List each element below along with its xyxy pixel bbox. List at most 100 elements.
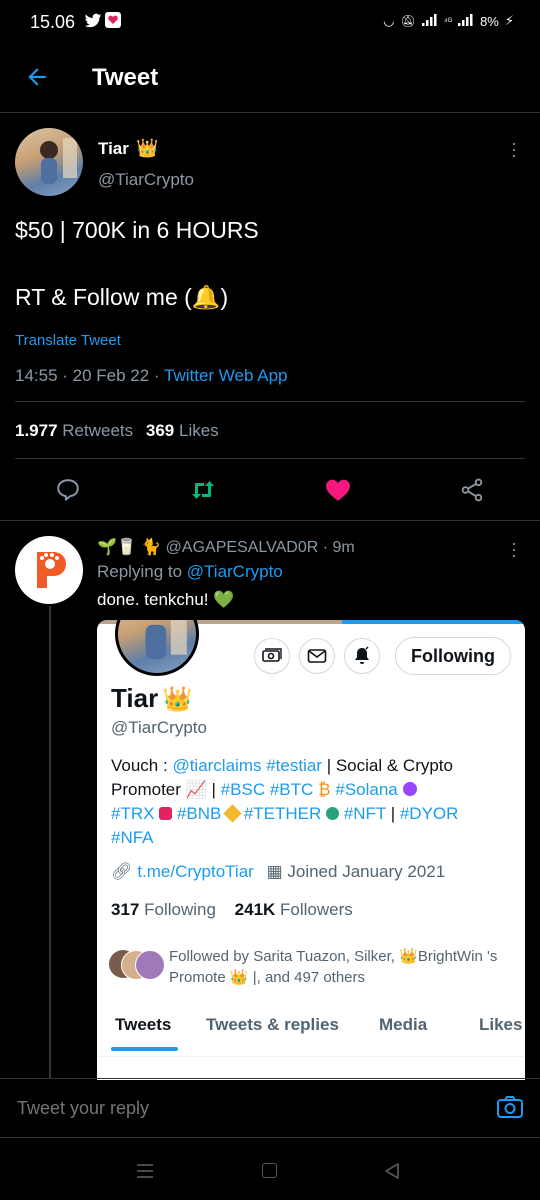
- mini-avatar: [135, 950, 165, 980]
- tweet-text-line2: RT & Follow me (🔔): [15, 284, 228, 311]
- calendar-icon: ▦: [266, 862, 283, 881]
- bnb-icon: [223, 804, 242, 823]
- card-tab-media: Media: [379, 1015, 428, 1034]
- card-joined: Joined January 2021: [287, 862, 446, 881]
- status-time: 15.06: [30, 12, 76, 32]
- card-avatar: [115, 620, 199, 676]
- reply-composer: [0, 1078, 540, 1138]
- followed-by-avatars: [109, 950, 165, 980]
- card-tab-likes: Likes: [479, 1015, 523, 1034]
- system-nav-bar: [0, 1137, 540, 1200]
- thread-line: [49, 606, 51, 1078]
- card-tab-replies: Tweets & replies: [206, 1015, 339, 1034]
- replying-to: Replying to @TiarCrypto: [97, 562, 283, 582]
- card-bio: Vouch : @tiarclaims #testiar | Social & …: [111, 754, 516, 850]
- likes-count[interactable]: 369: [146, 421, 174, 440]
- status-icons: ◡ 🔕︎ ⁴ᴳ 8% ⚡︎: [383, 13, 514, 29]
- bio-text-social: | Social & Crypto: [321, 756, 453, 775]
- reply-handle[interactable]: @AGAPESALVAD0R: [166, 539, 319, 556]
- green-heart-emoji-icon: 💚: [213, 590, 235, 609]
- card-tab-indicator: [111, 1047, 178, 1051]
- app-notification-icon: [105, 12, 121, 28]
- card-name-row: Tiar 👑: [111, 683, 193, 714]
- like-heart-icon[interactable]: [325, 478, 351, 507]
- reply-more-options-icon[interactable]: · · ·: [508, 534, 520, 564]
- tweet-source-link[interactable]: Twitter Web App: [164, 366, 287, 385]
- crown-small-icon: 👑: [399, 948, 418, 965]
- card-following-button: Following: [395, 637, 511, 675]
- card-handle: @TiarCrypto: [111, 718, 207, 737]
- bio-line3: #TRX #BNB #TETHER #NFT | #DYOR: [111, 802, 516, 826]
- tweet-text-line1: $50 | 700K in 6 HOURS: [15, 217, 259, 243]
- reply-time: · 9m: [318, 539, 355, 556]
- bio-text-promoter: Promoter: [111, 780, 186, 799]
- card-following-label: Following: [144, 900, 216, 919]
- tweet-line2-start: RT & Follow me (: [15, 284, 192, 310]
- camera-icon[interactable]: [496, 1094, 524, 1125]
- more-options-icon[interactable]: · · ·: [508, 134, 520, 164]
- bio-hashtag-trx: #TRX: [111, 804, 155, 823]
- followed-by-names: Followed by Sarita Tuazon, Silker,: [169, 948, 400, 965]
- card-follow-counts: 317 Following 241K Followers: [111, 900, 353, 920]
- home-icon[interactable]: [262, 1163, 277, 1178]
- recent-apps-icon[interactable]: [136, 1163, 154, 1184]
- share-icon[interactable]: [459, 477, 485, 508]
- reply-text-content: done. tenkchu!: [97, 590, 214, 609]
- bell-emoji-icon: 🔔: [191, 284, 221, 310]
- bio-link-tiarclaims: @tiarclaims: [172, 756, 262, 775]
- card-crown-emoji-icon: 👑: [162, 686, 193, 713]
- tether-icon: [326, 807, 340, 820]
- author-name[interactable]: Tiar: [98, 139, 129, 159]
- translate-tweet-link[interactable]: Translate Tweet: [15, 332, 121, 349]
- bio-hashtag-solana: #Solana: [335, 780, 398, 799]
- charging-icon: ⚡︎: [504, 13, 514, 28]
- followed-line2: Promote 👑 |, and 497 others: [169, 967, 519, 988]
- tweet-timestamp: 14:55 · 20 Feb 22 ·: [15, 366, 165, 385]
- crown-emoji-icon: 👑: [136, 138, 159, 158]
- bio-hashtag-dyor: #DYOR: [399, 804, 459, 823]
- card-banner-edge: [342, 620, 525, 624]
- card-followers-label: Followers: [280, 900, 353, 919]
- network-4g-icon: ⁴ᴳ: [443, 16, 453, 26]
- tron-icon: [159, 807, 173, 820]
- replying-prefix: Replying to: [97, 562, 187, 581]
- retweets-label[interactable]: Retweets: [62, 421, 133, 440]
- headphones-icon: ◡: [383, 13, 395, 28]
- likes-label[interactable]: Likes: [179, 421, 219, 440]
- bio-line2: Promoter 📈 | #BSC #BTC ₿ #Solana: [111, 778, 516, 802]
- card-name: Tiar: [111, 683, 159, 713]
- card-tab-divider: [97, 1056, 525, 1057]
- followed-promote: Promote: [169, 969, 230, 986]
- chart-emoji-icon: 📈: [185, 780, 207, 799]
- reply-icon[interactable]: [55, 477, 81, 508]
- back-nav-icon[interactable]: [384, 1162, 400, 1185]
- reply-input[interactable]: [15, 1093, 459, 1123]
- bio-sep2: |: [385, 804, 400, 823]
- retweet-icon[interactable]: [189, 477, 217, 508]
- bio-line1: Vouch : @tiarclaims #testiar | Social & …: [111, 754, 516, 778]
- reply-name-emojis[interactable]: 🌱🥛 🐈: [97, 539, 161, 556]
- reply-image-profile-card[interactable]: Following Tiar 👑 @TiarCrypto Vouch : @ti…: [97, 620, 525, 1080]
- retweets-count[interactable]: 1.977: [15, 421, 58, 440]
- reply-avatar[interactable]: [15, 536, 83, 604]
- reply-text: done. tenkchu! 💚: [97, 590, 234, 610]
- followed-by-names-2: BrightWin 's: [417, 948, 498, 965]
- card-link: t.me/CryptoTiar: [137, 862, 254, 881]
- bio-hashtag-nft: #NFT: [343, 804, 386, 823]
- card-message-icon: [299, 638, 335, 674]
- bio-hashtag-tether: #TETHER: [243, 804, 322, 823]
- author-avatar[interactable]: [15, 128, 83, 196]
- battery-text: 8%: [480, 13, 499, 29]
- twitter-bird-icon: [84, 13, 102, 34]
- mute-icon: 🔕︎: [400, 14, 416, 28]
- divider: [15, 458, 525, 459]
- crown-small-icon: 👑: [229, 969, 249, 986]
- signal-icon-2: [458, 13, 474, 29]
- back-arrow-icon[interactable]: [24, 64, 50, 90]
- card-meta: 🔗︎ t.me/CryptoTiar ▦ Joined January 2021: [111, 862, 445, 882]
- bio-hashtag-nfa: #NFA: [111, 828, 154, 847]
- replying-to-link[interactable]: @TiarCrypto: [187, 562, 283, 581]
- author-handle[interactable]: @TiarCrypto: [98, 170, 194, 190]
- followed-others: |, and 497 others: [248, 969, 366, 986]
- app-header: Tweet: [0, 46, 540, 113]
